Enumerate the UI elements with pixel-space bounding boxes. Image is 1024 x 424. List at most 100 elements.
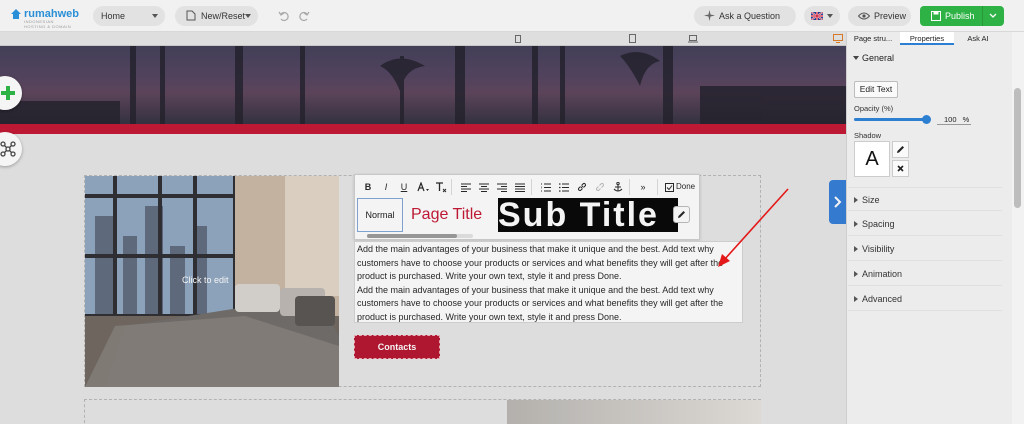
- opacity-slider-handle[interactable]: [922, 115, 931, 124]
- bullet-list-icon[interactable]: [559, 183, 569, 192]
- style-scrollbar[interactable]: [367, 234, 473, 238]
- remove-shadow-button[interactable]: [892, 160, 909, 177]
- page-select[interactable]: Home: [93, 6, 165, 26]
- visibility-label: Visibility: [862, 244, 895, 254]
- opacity-slider[interactable]: [854, 118, 926, 121]
- publish-divider: [982, 6, 983, 26]
- palm-silhouette-image: [0, 46, 846, 124]
- hero-image[interactable]: [0, 46, 846, 124]
- toolbar-divider: [657, 179, 658, 195]
- preview-button[interactable]: Preview: [848, 6, 911, 26]
- clear-format-icon[interactable]: [435, 182, 447, 193]
- style-scroll-thumb[interactable]: [367, 234, 457, 238]
- animation-section[interactable]: Animation: [848, 262, 1002, 286]
- underline-button[interactable]: U: [399, 180, 409, 194]
- tab-properties[interactable]: Properties: [900, 32, 954, 45]
- contacts-button[interactable]: Contacts: [354, 335, 440, 359]
- edit-shadow-button[interactable]: [892, 141, 909, 158]
- style-preview-group: Sub Title He: [498, 198, 678, 232]
- more-button[interactable]: »: [637, 180, 649, 194]
- chevron-down-icon: [853, 56, 859, 60]
- desktop-icon[interactable]: [833, 34, 843, 43]
- logo[interactable]: rumahweb INDONESIAN HOSTING & DOMAIN: [10, 7, 79, 29]
- paragraph-line: Add the main advantages of your business…: [357, 284, 714, 295]
- shadow-label: Shadow: [854, 131, 882, 140]
- advanced-section[interactable]: Advanced: [848, 287, 1002, 311]
- style-page-title[interactable]: Page Title: [411, 198, 493, 232]
- chevron-down-icon: [827, 14, 833, 18]
- style-normal[interactable]: Normal: [357, 198, 403, 232]
- top-bar: rumahweb INDONESIAN HOSTING & DOMAIN Hom…: [0, 0, 1024, 41]
- opacity-slider-fill: [854, 118, 926, 121]
- pencil-icon: [678, 211, 685, 218]
- spacing-section[interactable]: Spacing: [848, 212, 1002, 236]
- panel-scroll-thumb[interactable]: [1014, 88, 1021, 208]
- toolbar-divider: [531, 179, 532, 195]
- ordered-list-icon[interactable]: [541, 183, 551, 192]
- network-icon: [0, 141, 16, 157]
- save-icon: [931, 11, 941, 21]
- mobile-icon[interactable]: [515, 35, 521, 43]
- align-center-icon[interactable]: [479, 183, 489, 192]
- edit-styles-button[interactable]: [673, 206, 690, 223]
- tablet-icon[interactable]: [629, 34, 636, 43]
- plus-icon: [1, 86, 15, 100]
- bedroom-image[interactable]: Click to edit: [85, 176, 339, 387]
- unlink-icon[interactable]: [595, 182, 605, 192]
- edit-text-button[interactable]: Edit Text: [854, 81, 898, 98]
- pencil-icon: [897, 146, 904, 153]
- hero-accent-bar: [0, 124, 846, 134]
- uk-flag-icon: [811, 12, 823, 20]
- paragraph-line: customers have to choose your products o…: [357, 298, 724, 308]
- general-label: General: [862, 53, 895, 63]
- paragraph-line: product is purchased. Write your own tex…: [357, 271, 622, 281]
- link-icon[interactable]: [577, 182, 587, 192]
- toolbar-divider: [629, 179, 630, 195]
- toolbar-divider: [451, 179, 452, 195]
- new-reset-button[interactable]: New/Reset: [175, 6, 258, 26]
- opacity-label: Opacity (%): [854, 104, 894, 113]
- paragraph-line: customers have to choose your products o…: [357, 257, 724, 268]
- page-select-label: Home: [101, 11, 126, 21]
- undo-icon[interactable]: [278, 10, 290, 22]
- paragraph-line: product is purchased. Write your own tex…: [357, 311, 622, 322]
- publish-button[interactable]: Publish: [920, 6, 1004, 26]
- bold-button[interactable]: B: [363, 180, 373, 194]
- shadow-preview[interactable]: A: [854, 141, 890, 177]
- chevron-down-icon[interactable]: [989, 13, 997, 19]
- tab-page-structure[interactable]: Page stru...: [848, 32, 898, 45]
- spacing-label: Spacing: [862, 219, 895, 229]
- image-edit-overlay[interactable]: Click to edit: [182, 275, 229, 285]
- language-select[interactable]: [804, 6, 840, 26]
- visibility-section[interactable]: Visibility: [848, 237, 1002, 261]
- device-ruler: [0, 32, 846, 46]
- paragraph-text[interactable]: Add the main advantages of your business…: [354, 241, 743, 323]
- align-left-icon[interactable]: [461, 183, 471, 192]
- tab-ask-ai[interactable]: Ask AI: [956, 32, 1000, 45]
- next-section-image[interactable]: [507, 400, 761, 424]
- editor-canvas[interactable]: Click to edit B I U » Done Normal Page T…: [0, 32, 846, 424]
- ask-ai-button[interactable]: Ask a Question (AI): [694, 6, 796, 41]
- paragraph-style-strip: Normal Page Title Sub Title He: [355, 198, 701, 240]
- style-sub-title[interactable]: Sub Title: [498, 198, 659, 232]
- file-icon: [186, 10, 196, 21]
- size-section[interactable]: Size: [848, 187, 1002, 211]
- align-right-icon[interactable]: [497, 183, 507, 192]
- redo-icon[interactable]: [298, 10, 310, 22]
- opacity-value: 100: [944, 115, 957, 124]
- advanced-label: Advanced: [862, 294, 903, 304]
- laptop-icon[interactable]: [688, 35, 698, 43]
- text-color-icon[interactable]: [417, 182, 429, 193]
- panel-toggle-button[interactable]: [829, 180, 846, 224]
- align-justify-icon[interactable]: [515, 183, 525, 192]
- anchor-icon[interactable]: [613, 182, 623, 192]
- preview-label: Preview: [874, 11, 907, 21]
- size-label: Size: [862, 195, 880, 205]
- done-button[interactable]: Done: [676, 180, 698, 194]
- chevron-down-icon: [152, 14, 158, 18]
- general-section-header[interactable]: General: [848, 48, 1002, 68]
- next-section[interactable]: [84, 399, 761, 424]
- close-icon: [897, 165, 904, 172]
- opacity-input[interactable]: 100 %: [937, 114, 971, 125]
- italic-button[interactable]: I: [381, 180, 391, 194]
